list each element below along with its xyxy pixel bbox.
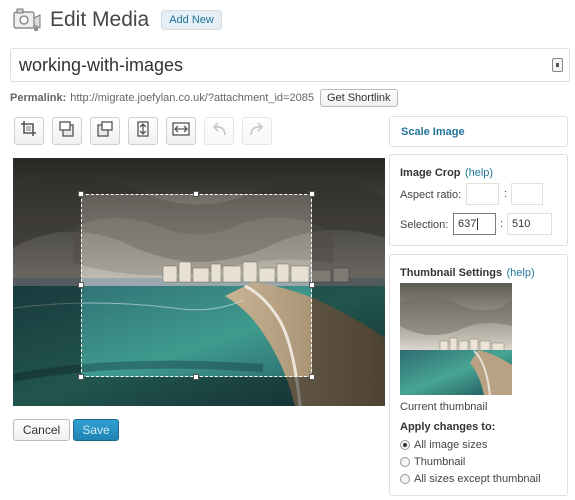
current-thumbnail-caption: Current thumbnail: [400, 401, 488, 413]
redo-icon: [247, 120, 267, 143]
apply-option-except-thumbnail[interactable]: All sizes except thumbnail: [400, 473, 541, 485]
crop-overlay-bottom: [13, 377, 385, 406]
selection-separator: :: [500, 218, 504, 230]
aspect-ratio-width-input[interactable]: [466, 183, 499, 205]
flip-vertical-button[interactable]: [128, 117, 158, 145]
crop-handle-sw[interactable]: [78, 374, 84, 380]
rotate-left-button[interactable]: [52, 117, 82, 145]
undo-button[interactable]: [204, 117, 234, 145]
flip-horizontal-icon: [171, 120, 191, 143]
field-lock-icon[interactable]: [552, 58, 563, 72]
image-canvas[interactable]: [13, 158, 385, 406]
page-title: Edit Media: [50, 8, 150, 31]
rotate-counter-clockwise-icon: [57, 120, 77, 143]
flip-horizontal-button[interactable]: [166, 117, 196, 145]
image-crop-heading: Image Crop (help): [400, 163, 493, 181]
thumbnail-photo: [400, 283, 512, 395]
media-library-icon: [12, 7, 42, 33]
aspect-ratio-separator: :: [504, 188, 508, 200]
current-thumbnail-image: [400, 283, 512, 395]
scale-image-toggle[interactable]: Scale Image: [401, 126, 465, 138]
thumbnail-settings-title: Thumbnail Settings: [400, 267, 503, 279]
image-crop-panel: Image Crop (help) Aspect ratio: : Select…: [389, 154, 568, 246]
selection-height-input[interactable]: 510: [507, 213, 552, 235]
save-button[interactable]: Save: [73, 419, 119, 441]
text-caret: [477, 218, 479, 231]
selection-label: Selection:: [400, 219, 449, 231]
page-header: Edit Media Add New: [12, 6, 222, 34]
radio-all-sizes[interactable]: [400, 440, 410, 450]
crop-handle-n[interactable]: [193, 191, 199, 197]
title-input-value: working-with-images: [19, 55, 184, 75]
crop-overlay-right: [312, 194, 385, 377]
image-crop-title: Image Crop: [400, 167, 461, 179]
add-new-button[interactable]: Add New: [161, 10, 222, 30]
title-input[interactable]: working-with-images: [10, 48, 570, 82]
apply-option-label: All sizes except thumbnail: [414, 473, 541, 485]
apply-changes-label: Apply changes to:: [400, 421, 496, 433]
rotate-right-button[interactable]: [90, 117, 120, 145]
radio-thumbnail[interactable]: [400, 457, 410, 467]
permalink-row: Permalink: http://migrate.joefylan.co.uk…: [10, 88, 398, 108]
cancel-button[interactable]: Cancel: [13, 419, 70, 441]
flip-vertical-icon: [133, 120, 153, 143]
image-edit-toolbar: [14, 117, 280, 145]
apply-option-label: Thumbnail: [414, 456, 466, 468]
thumbnail-settings-help-link[interactable]: (help): [507, 267, 535, 279]
crop-button[interactable]: [14, 117, 44, 145]
selection-width-value: 637: [458, 218, 477, 230]
get-shortlink-button[interactable]: Get Shortlink: [319, 89, 398, 107]
permalink-label: Permalink:: [10, 92, 67, 104]
selection-width-input[interactable]: 637: [453, 213, 496, 235]
image-crop-help-link[interactable]: (help): [465, 167, 493, 179]
rotate-clockwise-icon: [95, 120, 115, 143]
crop-handle-s[interactable]: [193, 374, 199, 380]
crop-selection[interactable]: [78, 191, 315, 380]
permalink-url: http://migrate.joefylan.co.uk/?attachmen…: [70, 92, 314, 104]
scale-image-panel: Scale Image: [389, 116, 568, 147]
apply-option-all-sizes[interactable]: All image sizes: [400, 439, 487, 451]
aspect-ratio-label: Aspect ratio:: [400, 189, 462, 201]
aspect-ratio-height-input[interactable]: [511, 183, 543, 205]
apply-option-thumbnail[interactable]: Thumbnail: [400, 456, 465, 468]
crop-handle-nw[interactable]: [78, 191, 84, 197]
thumbnail-settings-heading: Thumbnail Settings (help): [400, 263, 535, 281]
redo-button[interactable]: [242, 117, 272, 145]
apply-option-label: All image sizes: [414, 439, 488, 451]
crop-handle-ne[interactable]: [309, 191, 315, 197]
thumbnail-settings-panel: Thumbnail Settings (help) Current thumbn…: [389, 254, 568, 496]
crop-handle-w[interactable]: [78, 282, 84, 288]
crop-overlay-top: [13, 158, 385, 194]
crop-icon: [19, 120, 39, 143]
undo-icon: [209, 120, 229, 143]
radio-except-thumbnail[interactable]: [400, 474, 410, 484]
crop-handle-e[interactable]: [309, 282, 315, 288]
crop-handle-se[interactable]: [309, 374, 315, 380]
crop-overlay-left: [13, 194, 81, 377]
